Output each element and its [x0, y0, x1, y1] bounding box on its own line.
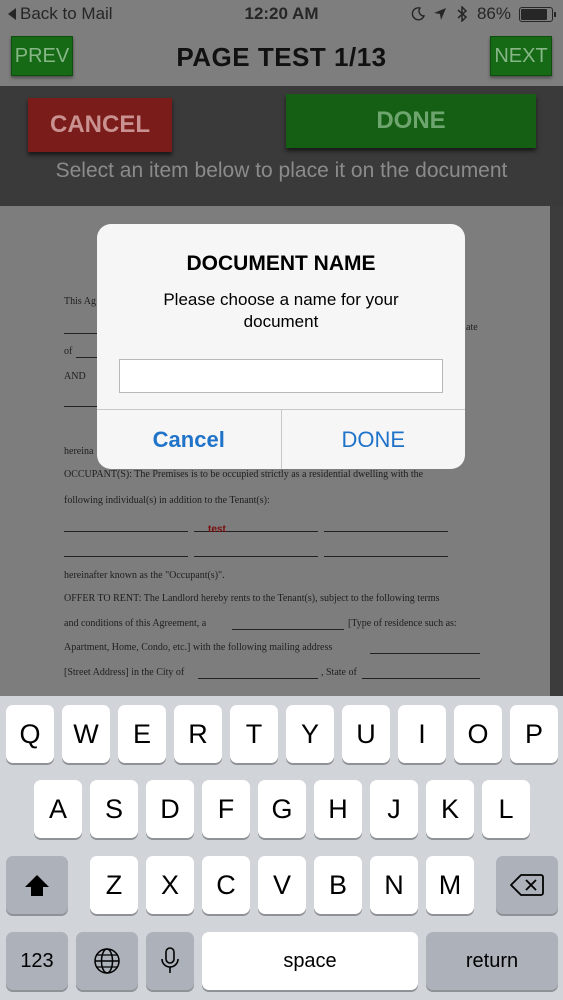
- doc-line: Apartment, Home, Condo, etc.] with the f…: [64, 642, 333, 653]
- document-name-input[interactable]: [119, 359, 443, 393]
- key-h[interactable]: H: [314, 780, 362, 838]
- doc-blank: [198, 678, 318, 679]
- key-o[interactable]: O: [454, 705, 502, 763]
- key-e[interactable]: E: [118, 705, 166, 763]
- doc-line: ate: [466, 322, 478, 333]
- microphone-icon: [161, 947, 179, 973]
- key-q[interactable]: Q: [6, 705, 54, 763]
- key-c[interactable]: C: [202, 856, 250, 914]
- doc-line: [Type of residence such as:: [348, 618, 457, 629]
- key-x[interactable]: X: [146, 856, 194, 914]
- return-key[interactable]: return: [426, 932, 558, 990]
- done-button[interactable]: DONE: [286, 94, 536, 148]
- delete-key[interactable]: [496, 856, 558, 914]
- key-w[interactable]: W: [62, 705, 110, 763]
- doc-line: hereinafter known as the "Occupant(s)".: [64, 570, 225, 581]
- doc-line: [Street Address] in the City of: [64, 667, 185, 678]
- battery-fill: [521, 8, 547, 20]
- doc-blank: [232, 629, 344, 630]
- key-r[interactable]: R: [174, 705, 222, 763]
- dialog-actions: Cancel DONE: [97, 409, 465, 469]
- dialog-done-button[interactable]: DONE: [282, 410, 466, 469]
- document-name-dialog: DOCUMENT NAME Please choose a name for y…: [97, 224, 465, 469]
- numbers-key[interactable]: 123: [6, 932, 68, 990]
- status-icons: 86%: [411, 4, 556, 24]
- placed-text-field[interactable]: test: [208, 524, 226, 535]
- doc-blank: [362, 678, 480, 679]
- shift-key[interactable]: [6, 856, 68, 914]
- key-z[interactable]: Z: [90, 856, 138, 914]
- key-u[interactable]: U: [342, 705, 390, 763]
- shift-icon: [25, 875, 49, 896]
- doc-line: OCCUPANT(S): The Premises is to be occup…: [64, 469, 424, 480]
- key-p[interactable]: P: [510, 705, 558, 763]
- space-key[interactable]: space: [202, 932, 418, 990]
- key-j[interactable]: J: [370, 780, 418, 838]
- doc-blank: [370, 653, 480, 654]
- location-icon: [433, 8, 446, 20]
- moon-icon: [411, 7, 425, 21]
- key-m[interactable]: M: [426, 856, 474, 914]
- dialog-message: Please choose a name for your document: [163, 290, 399, 331]
- key-s[interactable]: S: [90, 780, 138, 838]
- key-d[interactable]: D: [146, 780, 194, 838]
- battery-percent: 86%: [476, 4, 511, 23]
- globe-icon: [94, 948, 120, 974]
- keyboard: Q W E R T Y U I O P A S D F G H J K L Z …: [0, 696, 563, 1000]
- doc-blank: [64, 556, 188, 557]
- bluetooth-icon: [457, 6, 468, 22]
- key-l[interactable]: L: [482, 780, 530, 838]
- backspace-icon: [510, 874, 544, 896]
- dictation-key[interactable]: [146, 932, 194, 990]
- placement-hint: Select an item below to place it on the …: [55, 159, 508, 182]
- key-t[interactable]: T: [230, 705, 278, 763]
- key-i[interactable]: I: [398, 705, 446, 763]
- nav-bar: PREV PAGE TEST 1/13 NEXT: [0, 28, 563, 86]
- key-f[interactable]: F: [202, 780, 250, 838]
- battery-icon: [519, 6, 556, 22]
- doc-line: following individual(s) in addition to t…: [64, 495, 270, 506]
- doc-blank: [76, 357, 98, 358]
- key-a[interactable]: A: [34, 780, 82, 838]
- doc-line: hereina: [64, 446, 94, 457]
- status-bar: Back to Mail 12:20 AM 86%: [0, 0, 563, 28]
- doc-blank: [324, 556, 448, 557]
- key-v[interactable]: V: [258, 856, 306, 914]
- globe-key[interactable]: [76, 932, 138, 990]
- key-g[interactable]: G: [258, 780, 306, 838]
- doc-blank: [64, 333, 98, 334]
- key-n[interactable]: N: [370, 856, 418, 914]
- doc-blank: [64, 531, 188, 532]
- key-b[interactable]: B: [314, 856, 362, 914]
- doc-line: This Ag: [64, 296, 96, 307]
- doc-line: of: [64, 346, 73, 357]
- doc-blank: [194, 556, 318, 557]
- key-k[interactable]: K: [426, 780, 474, 838]
- key-y[interactable]: Y: [286, 705, 334, 763]
- page-title: PAGE TEST 1/13: [176, 42, 387, 72]
- doc-line: and conditions of this Agreement, a: [64, 618, 207, 629]
- next-button[interactable]: NEXT: [490, 36, 552, 76]
- dialog-cancel-button[interactable]: Cancel: [97, 410, 282, 469]
- doc-line: , State of: [321, 667, 357, 678]
- toolbar: CANCEL DONE Select an item below to plac…: [0, 86, 563, 206]
- cancel-button[interactable]: CANCEL: [28, 98, 172, 152]
- doc-blank: [324, 531, 448, 532]
- dialog-title: DOCUMENT NAME: [186, 252, 376, 275]
- doc-line: OFFER TO RENT: The Landlord hereby rents…: [64, 593, 440, 604]
- doc-blank: [64, 406, 98, 407]
- doc-line: AND: [64, 371, 86, 382]
